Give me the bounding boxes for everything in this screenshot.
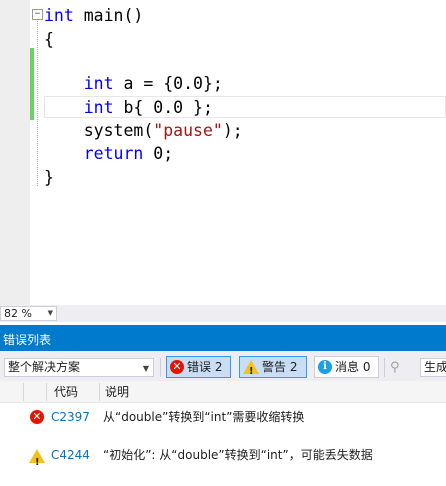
code-line[interactable]: int b{ 0.0 };	[44, 96, 213, 120]
code-line[interactable]: int main()	[44, 4, 143, 28]
change-bar	[30, 72, 34, 96]
column-separator[interactable]	[99, 383, 100, 401]
chevron-down-icon: ▼	[47, 309, 53, 317]
change-bar	[30, 48, 34, 72]
column-separator[interactable]	[46, 383, 47, 401]
error-description: 从“double”转换到“int”需要收缩转换	[103, 410, 305, 424]
code-line[interactable]: int a = {0.0};	[44, 72, 223, 96]
zoom-level-dropdown[interactable]: 82 % ▼	[0, 306, 57, 321]
warning-row[interactable]: ! C4244 “初始化”: 从“double”转换到“int”，可能丢失数据	[0, 443, 446, 468]
change-bar	[30, 96, 34, 120]
collapse-toggle-icon[interactable]: −	[32, 9, 43, 20]
keyword-token: int	[83, 98, 114, 117]
warnings-filter-label: 警告 2	[262, 360, 298, 374]
warning-triangle-icon: !	[29, 449, 45, 468]
outline-guide	[37, 16, 38, 186]
editor-gutter	[0, 0, 30, 305]
code-token: );	[222, 121, 243, 140]
zoom-level: 82 %	[4, 307, 32, 320]
code-line[interactable]: return 0;	[44, 142, 173, 166]
build-filter-value: 生成	[424, 360, 446, 374]
build-filter-dropdown[interactable]: 生成	[420, 358, 446, 377]
info-circle-icon: i	[318, 359, 332, 374]
code-token: a = {0.0};	[113, 74, 223, 93]
code-token: main()	[73, 6, 144, 25]
column-header-code[interactable]: 代码	[54, 381, 78, 403]
error-row[interactable]: ✕ C2397 从“double”转换到“int”需要收缩转换	[0, 405, 446, 429]
errors-filter-label: 错误 2	[187, 360, 223, 374]
error-circle-icon: ✕	[170, 359, 184, 374]
keyword-token: int	[44, 6, 74, 25]
error-list-toolbar: 整个解决方案 ▼ ✕ 错误 2 ! 警告 2 i 消息 0 ⚲ 生成	[0, 351, 446, 381]
grid-header: 代码 说明	[0, 381, 446, 403]
code-editor[interactable]: − int main() { int a = {0.0}; int b{ 0.0 …	[0, 0, 446, 305]
error-code[interactable]: C2397	[51, 405, 90, 429]
errors-filter-button[interactable]: ✕ 错误 2	[166, 356, 231, 378]
code-token: system(	[44, 121, 154, 140]
messages-filter-button[interactable]: i 消息 0	[314, 356, 379, 378]
warning-code[interactable]: C4244	[51, 443, 90, 467]
column-separator[interactable]	[23, 383, 24, 401]
warning-description: “初始化”: 从“double”转换到“int”，可能丢失数据	[103, 448, 373, 462]
code-token: {	[44, 30, 54, 49]
column-header-description[interactable]: 说明	[105, 381, 129, 403]
code-token: b{ 0.0 };	[113, 98, 213, 117]
keyword-token: return	[83, 144, 144, 163]
build-filter-icon[interactable]: ⚲	[390, 360, 400, 375]
scope-dropdown[interactable]: 整个解决方案 ▼	[4, 358, 154, 377]
error-list-title[interactable]: 错误列表	[0, 329, 446, 351]
toolbar-separator	[160, 358, 161, 377]
warnings-filter-button[interactable]: ! 警告 2	[239, 356, 307, 378]
code-line[interactable]: system("pause");	[44, 119, 243, 143]
string-token: "pause"	[153, 121, 223, 140]
scope-value: 整个解决方案	[8, 360, 81, 374]
warning-triangle-icon: !	[243, 359, 259, 377]
code-line[interactable]: {	[44, 28, 54, 52]
error-list-grid: 代码 说明 ✕ C2397 从“double”转换到“int”需要收缩转换 ! …	[0, 381, 446, 486]
toolbar-separator	[384, 358, 385, 377]
messages-filter-label: 消息 0	[335, 360, 371, 374]
code-line[interactable]: }	[44, 166, 54, 190]
error-circle-icon: ✕	[30, 410, 44, 424]
chevron-down-icon: ▼	[142, 364, 149, 373]
keyword-token: int	[83, 74, 114, 93]
code-token: }	[44, 168, 54, 187]
editor-statusbar: 82 % ▼	[0, 305, 446, 322]
code-token: 0;	[143, 144, 174, 163]
